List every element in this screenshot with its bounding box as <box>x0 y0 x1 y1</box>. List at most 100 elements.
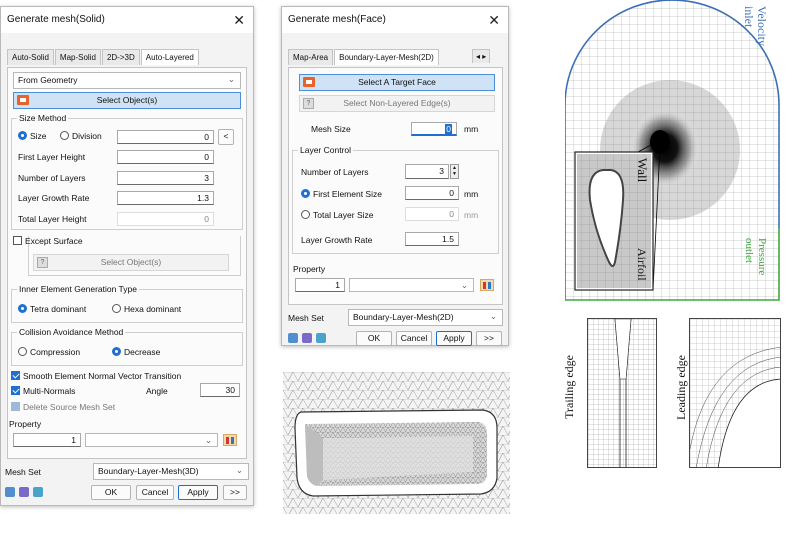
angle-label: Angle <box>146 386 168 396</box>
tab-scroll-arrows[interactable]: ◂ ▸ <box>472 49 491 63</box>
tab-panel: From Geometry ⌄ Select Object(s) Size Met… <box>7 67 247 459</box>
size-arrow-button[interactable]: < <box>218 129 234 145</box>
first-layer-input[interactable]: 0 <box>117 150 214 164</box>
except-surface-group: Except Surface ? Select Object(s) <box>13 236 241 276</box>
division-radio[interactable]: Division <box>60 131 102 141</box>
growth-rate-input[interactable]: 1.5 <box>405 232 459 246</box>
trailing-edge-image <box>587 318 657 468</box>
property-id-input[interactable]: 1 <box>13 433 81 447</box>
property-icon[interactable] <box>480 279 494 291</box>
property-label: Property <box>293 264 326 274</box>
chevron-down-icon: ⌄ <box>204 435 212 445</box>
trailing-edge-label: Trailing edge <box>562 355 576 419</box>
tab-map-area[interactable]: Map-Area <box>288 49 334 65</box>
3d-mesh-image <box>283 372 510 514</box>
select-edge-button: ? Select Non-Layered Edge(s) <box>299 95 495 112</box>
num-layers-input[interactable]: 3 <box>117 171 214 185</box>
face-mesh-dialog: Generate mesh(Face) ✕ Map-Area Boundary-… <box>281 6 509 346</box>
question-icon: ? <box>37 257 48 268</box>
airfoil-mesh-figure: Velocity inlet Pressure outlet Wall Airf… <box>564 0 780 305</box>
select-icon <box>17 95 29 105</box>
paint-icon[interactable] <box>302 333 312 343</box>
tetra-radio[interactable]: Tetra dominant <box>18 304 86 314</box>
airfoil-label: Airfoil <box>635 248 649 281</box>
growth-rate-label: Layer Growth Rate <box>301 235 373 245</box>
layer-control-group: Layer Control Number of Layers 3 ▲ ▼ Firs… <box>292 145 499 254</box>
property-id-input[interactable]: 1 <box>295 278 345 292</box>
first-element-radio[interactable]: First Element Size <box>301 189 382 199</box>
growth-rate-label: Layer Growth Rate <box>18 193 90 203</box>
angle-input[interactable]: 30 <box>200 383 240 397</box>
num-layers-spinner[interactable]: ▲ ▼ <box>450 164 459 179</box>
size-radio[interactable]: Size <box>18 131 47 141</box>
tab-bar: Auto-Solid Map-Solid 2D->3D Auto-Layered <box>7 49 200 65</box>
dialog-title: Generate mesh(Face) <box>282 7 508 33</box>
group-label: Size Method <box>17 113 69 123</box>
property-icon[interactable] <box>223 434 237 446</box>
num-layers-input[interactable]: 3 <box>405 164 449 179</box>
tab-auto-solid[interactable]: Auto-Solid <box>7 49 54 65</box>
hexa-radio[interactable]: Hexa dominant <box>112 304 181 314</box>
tab-2d-3d[interactable]: 2D->3D <box>101 49 140 65</box>
total-size-input: 0 <box>405 207 459 221</box>
decrease-radio[interactable]: Decrease <box>112 347 160 357</box>
dialog-title: Generate mesh(Solid) <box>1 7 253 33</box>
num-layers-label: Number of Layers <box>18 173 86 183</box>
cancel-button[interactable]: Cancel <box>396 331 432 346</box>
multi-normals-checkbox[interactable]: Multi-Normals <box>11 386 75 396</box>
tab-map-solid[interactable]: Map-Solid <box>54 49 101 65</box>
paint-icon[interactable] <box>19 487 29 497</box>
mesh-size-input[interactable]: 0 <box>411 122 457 136</box>
close-icon[interactable]: ✕ <box>233 7 245 33</box>
leading-edge-image <box>689 318 781 468</box>
num-layers-label: Number of Layers <box>301 167 369 177</box>
more-button[interactable]: >> <box>223 485 247 500</box>
except-select-button: ? Select Object(s) <box>33 254 229 271</box>
chevron-down-icon: ⌄ <box>227 74 235 84</box>
select-face-button[interactable]: Select A Target Face <box>299 74 495 91</box>
first-element-input[interactable]: 0 <box>405 186 459 200</box>
property-select[interactable]: ⌄ <box>85 433 218 447</box>
smooth-checkbox[interactable]: Smooth Element Normal Vector Transition <box>11 371 181 381</box>
velocity-inlet-label: Velocity inlet <box>742 6 769 46</box>
display-icon[interactable] <box>5 487 15 497</box>
property-group: Property 1 ⌄ <box>9 419 243 453</box>
property-select[interactable]: ⌄ <box>349 278 474 292</box>
chevron-down-icon: ⌄ <box>460 280 468 290</box>
meshset-select[interactable]: Boundary-Layer-Mesh(3D) ⌄ <box>93 463 249 480</box>
apply-button[interactable]: Apply <box>436 331 472 346</box>
delete-source-checkbox: Delete Source Mesh Set <box>11 402 115 412</box>
tab-boundary-layer-2d[interactable]: Boundary-Layer-Mesh(2D) <box>334 49 439 65</box>
compression-radio[interactable]: Compression <box>18 347 80 357</box>
close-icon[interactable]: ✕ <box>488 7 500 33</box>
meshset-select[interactable]: Boundary-Layer-Mesh(2D) ⌄ <box>348 309 503 326</box>
meshset-label: Mesh Set <box>5 467 41 477</box>
select-objects-button[interactable]: Select Object(s) <box>13 92 241 109</box>
except-surface-checkbox[interactable]: Except Surface <box>13 236 83 246</box>
source-select[interactable]: From Geometry ⌄ <box>13 72 241 89</box>
pressure-outlet-label: Pressure outlet <box>743 238 768 276</box>
total-size-radio[interactable]: Total Layer Size <box>301 210 373 220</box>
display-icon[interactable] <box>288 333 298 343</box>
ok-button[interactable]: OK <box>356 331 392 346</box>
solid-mesh-dialog: Generate mesh(Solid) ✕ Auto-Solid Map-So… <box>0 6 254 506</box>
chevron-down-icon: ⌄ <box>235 465 243 475</box>
select-icon <box>303 77 315 87</box>
book-icon[interactable] <box>316 333 326 343</box>
more-button[interactable]: >> <box>476 331 502 346</box>
size-method-group: Size Method Size Division 0 < First Laye… <box>11 113 243 230</box>
meshset-label: Mesh Set <box>288 313 324 323</box>
wall-label: Wall <box>635 158 650 183</box>
total-height-input: 0 <box>117 212 214 226</box>
tab-bar: Map-Area Boundary-Layer-Mesh(2D) <box>288 49 440 65</box>
leading-edge-label: Leading edge <box>674 355 688 420</box>
ok-button[interactable]: OK <box>91 485 131 500</box>
book-icon[interactable] <box>33 487 43 497</box>
growth-rate-input[interactable]: 1.3 <box>117 191 214 205</box>
apply-button[interactable]: Apply <box>178 485 218 500</box>
size-input[interactable]: 0 <box>117 130 214 144</box>
total-height-label: Total Layer Height <box>18 214 87 224</box>
cancel-button[interactable]: Cancel <box>136 485 174 500</box>
collision-group: Collision Avoidance Method Compression D… <box>11 327 243 366</box>
tab-auto-layered[interactable]: Auto-Layered <box>140 49 199 65</box>
